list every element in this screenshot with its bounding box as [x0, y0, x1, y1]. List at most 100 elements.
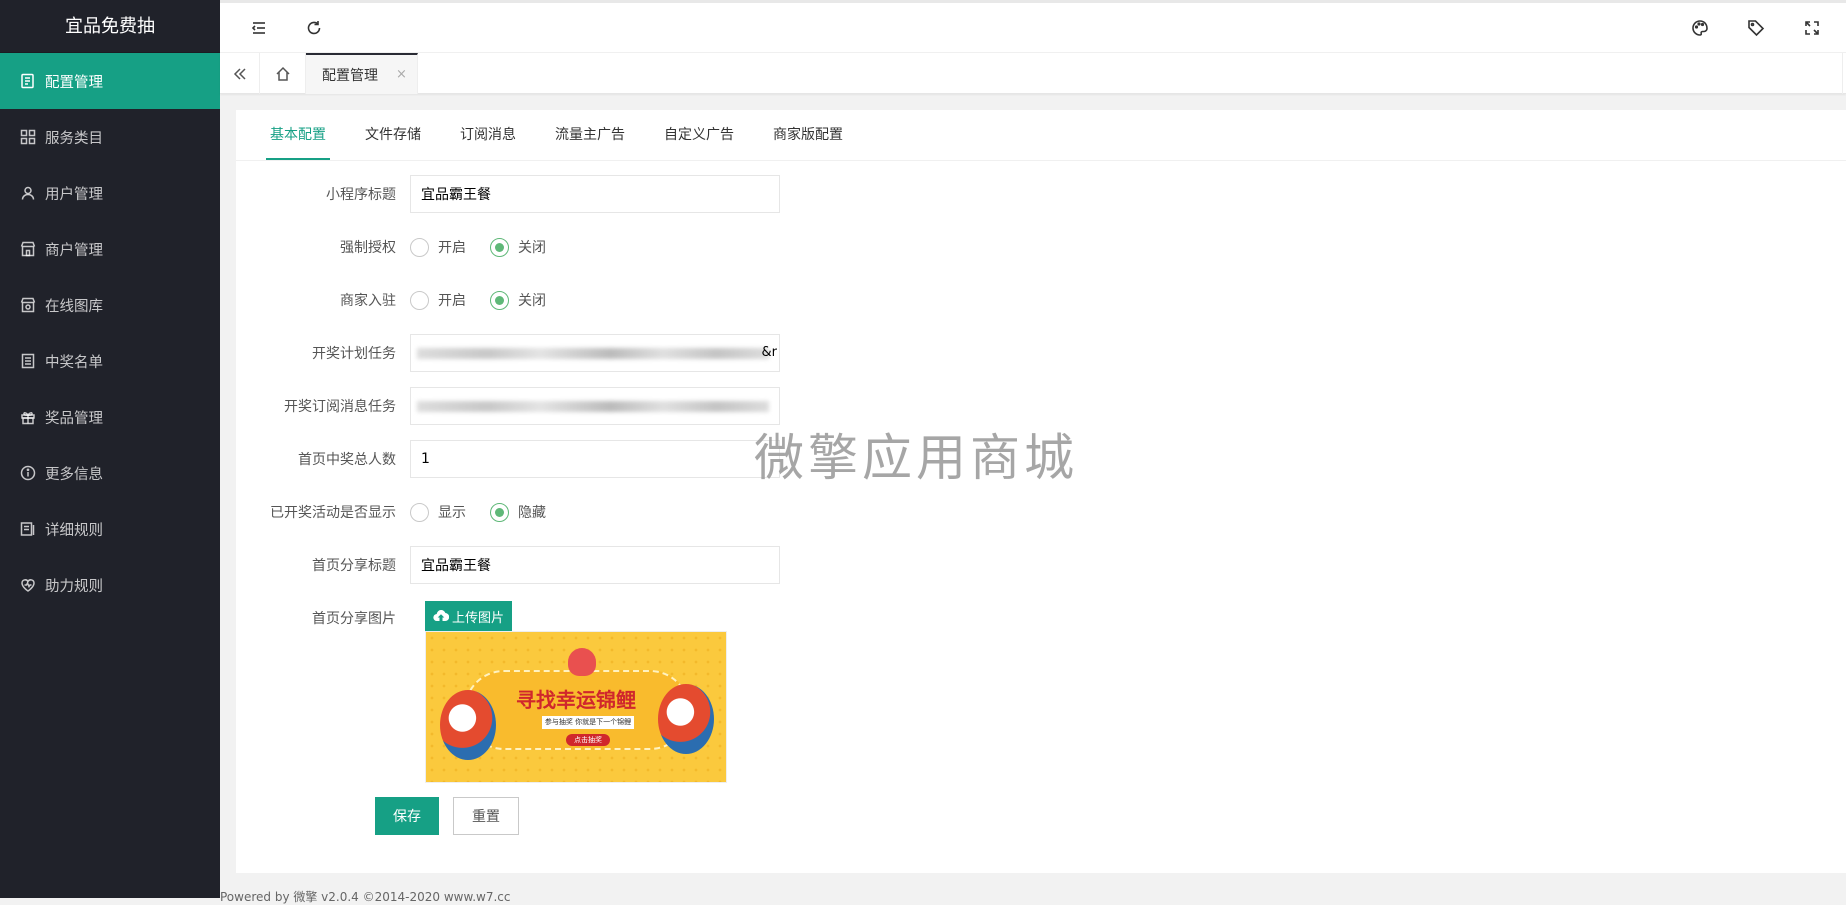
sidebar-item-categories[interactable]: 服务类目 — [0, 109, 220, 165]
blurred-text — [417, 348, 769, 359]
share-title-label: 首页分享标题 — [312, 558, 396, 574]
merchant-join-off-radio[interactable]: 关闭 — [490, 290, 546, 310]
share-image-preview: 寻找幸运锦鲤 参与抽奖 你就是下一个锦鲤 点击抽奖 — [425, 631, 727, 783]
row-home-winners: 首页中奖总人数 1 — [236, 440, 780, 478]
config-subtabs: 基本配置 文件存储 订阅消息 流量主广告 自定义广告 商家版配置 — [266, 110, 878, 160]
radio-label: 关闭 — [518, 240, 546, 256]
upload-image-button[interactable]: 上传图片 — [425, 601, 512, 631]
radio-circle — [490, 237, 509, 257]
sidebar-item-config[interactable]: 配置管理 — [0, 53, 220, 109]
subtab-basic[interactable]: 基本配置 — [266, 110, 330, 160]
sidebar-item-label: 助力规则 — [45, 578, 103, 595]
close-icon[interactable]: × — [396, 67, 407, 82]
radio-circle — [410, 237, 429, 257]
share-title-input[interactable]: 宜品霸王餐 — [410, 546, 780, 584]
config-icon — [20, 73, 36, 89]
sidebar-item-label: 详细规则 — [45, 522, 103, 539]
sidebar-item-label: 奖品管理 — [45, 410, 103, 427]
subscribe-task-input[interactable] — [410, 387, 780, 425]
row-force-auth: 强制授权 开启 关闭 — [236, 228, 570, 266]
force-auth-off-radio[interactable]: 关闭 — [490, 237, 546, 257]
sidebar-item-assist-rules[interactable]: 助力规则 — [0, 557, 220, 613]
sidebar-item-more-info[interactable]: 更多信息 — [0, 445, 220, 501]
upload-button-label: 上传图片 — [451, 610, 504, 626]
sidebar-item-rules[interactable]: 详细规则 — [0, 501, 220, 557]
home-icon[interactable] — [260, 53, 306, 94]
radio-circle — [410, 502, 429, 522]
radio-circle — [490, 502, 509, 522]
lottery-task-input[interactable]: &r — [410, 334, 780, 372]
theme-palette-icon[interactable] — [1689, 17, 1711, 39]
sidebar-item-merchants[interactable]: 商户管理 — [0, 221, 220, 277]
subtab-merchant[interactable]: 商家版配置 — [769, 110, 847, 160]
force-auth-on-radio[interactable]: 开启 — [410, 237, 466, 257]
sidebar-item-label: 在线图库 — [45, 298, 103, 315]
list-icon — [20, 353, 36, 369]
tab-label: 配置管理 — [322, 67, 378, 84]
subtab-storage[interactable]: 文件存储 — [361, 110, 425, 160]
rules-icon — [20, 521, 36, 537]
home-winners-input[interactable]: 1 — [410, 440, 780, 478]
sidebar-item-winners[interactable]: 中奖名单 — [0, 333, 220, 389]
watermark: 微擎应用商城 — [754, 429, 1078, 487]
merchant-join-on-radio[interactable]: 开启 — [410, 290, 466, 310]
share-image-label: 首页分享图片 — [312, 611, 396, 627]
sidebar-item-label: 中奖名单 — [45, 354, 103, 371]
radio-label: 开启 — [438, 240, 466, 256]
input-tail-text: &r — [761, 345, 777, 360]
sidebar-item-label: 商户管理 — [45, 242, 103, 259]
tabs-scroll-left-icon[interactable] — [220, 53, 260, 94]
save-button[interactable]: 保存 — [375, 797, 439, 835]
home-winners-label: 首页中奖总人数 — [298, 452, 396, 468]
store-icon — [20, 241, 36, 257]
subtab-subscribe[interactable]: 订阅消息 — [456, 110, 520, 160]
gallery-icon — [20, 297, 36, 313]
radio-label: 关闭 — [518, 293, 546, 309]
cloud-upload-icon — [433, 610, 449, 622]
refresh-icon[interactable] — [303, 17, 325, 39]
tab-config[interactable]: 配置管理 × — [306, 53, 418, 94]
radio-circle — [410, 290, 429, 310]
merchant-join-label: 商家入驻 — [340, 293, 396, 309]
radio-label: 隐藏 — [518, 505, 546, 521]
footer-powered-by: Powered by 微擎 v2.0.4 ©2014-2020 www.w7.c… — [220, 890, 511, 904]
sidebar-item-gallery[interactable]: 在线图库 — [0, 277, 220, 333]
grid-icon — [20, 129, 36, 145]
preview-subtitle: 参与抽奖 你就是下一个锦鲤 — [542, 716, 634, 729]
sidebar-item-users[interactable]: 用户管理 — [0, 165, 220, 221]
collapse-menu-icon[interactable] — [248, 17, 270, 39]
blurred-text — [417, 401, 769, 412]
tag-icon[interactable] — [1745, 17, 1767, 39]
radio-label: 开启 — [438, 293, 466, 309]
main-card: 基本配置 文件存储 订阅消息 流量主广告 自定义广告 商家版配置 小程序标题 宜… — [236, 110, 1846, 873]
sidebar-item-label: 服务类目 — [45, 130, 103, 147]
sidebar-item-label: 更多信息 — [45, 466, 103, 483]
mini-title-input[interactable]: 宜品霸王餐 — [410, 175, 780, 213]
show-finished-hide-radio[interactable]: 隐藏 — [490, 502, 546, 522]
gift-icon — [20, 409, 36, 425]
subscribe-task-label: 开奖订阅消息任务 — [284, 399, 396, 415]
preview-draw-button: 点击抽奖 — [566, 734, 610, 746]
reset-button[interactable]: 重置 — [453, 797, 519, 835]
row-lottery-task: 开奖计划任务 &r — [236, 334, 780, 372]
lottery-task-label: 开奖计划任务 — [312, 346, 396, 362]
row-show-finished: 已开奖活动是否显示 显示 隐藏 — [236, 493, 570, 531]
force-auth-label: 强制授权 — [340, 240, 396, 256]
mini-title-label: 小程序标题 — [326, 187, 396, 203]
subtab-custom-ads[interactable]: 自定义广告 — [660, 110, 738, 160]
flower-icon — [568, 648, 596, 676]
row-subscribe-task: 开奖订阅消息任务 — [236, 387, 780, 425]
subtab-traffic-ads[interactable]: 流量主广告 — [551, 110, 629, 160]
show-finished-show-radio[interactable]: 显示 — [410, 502, 466, 522]
radio-label: 显示 — [438, 505, 466, 521]
fullscreen-icon[interactable] — [1801, 17, 1823, 39]
row-share-image: 首页分享图片 — [236, 599, 410, 637]
tabs-scroll-right[interactable] — [1842, 53, 1846, 94]
sidebar: 宜品免费抽 配置管理 服务类目 用户管理 商户管理 在线图库 中奖名单 奖品管理… — [0, 0, 220, 898]
show-finished-label: 已开奖活动是否显示 — [270, 505, 396, 521]
sidebar-item-prizes[interactable]: 奖品管理 — [0, 389, 220, 445]
user-icon — [20, 185, 36, 201]
row-share-title: 首页分享标题 宜品霸王餐 — [236, 546, 780, 584]
heart-icon — [20, 577, 36, 593]
row-mini-title: 小程序标题 宜品霸王餐 — [236, 175, 780, 213]
